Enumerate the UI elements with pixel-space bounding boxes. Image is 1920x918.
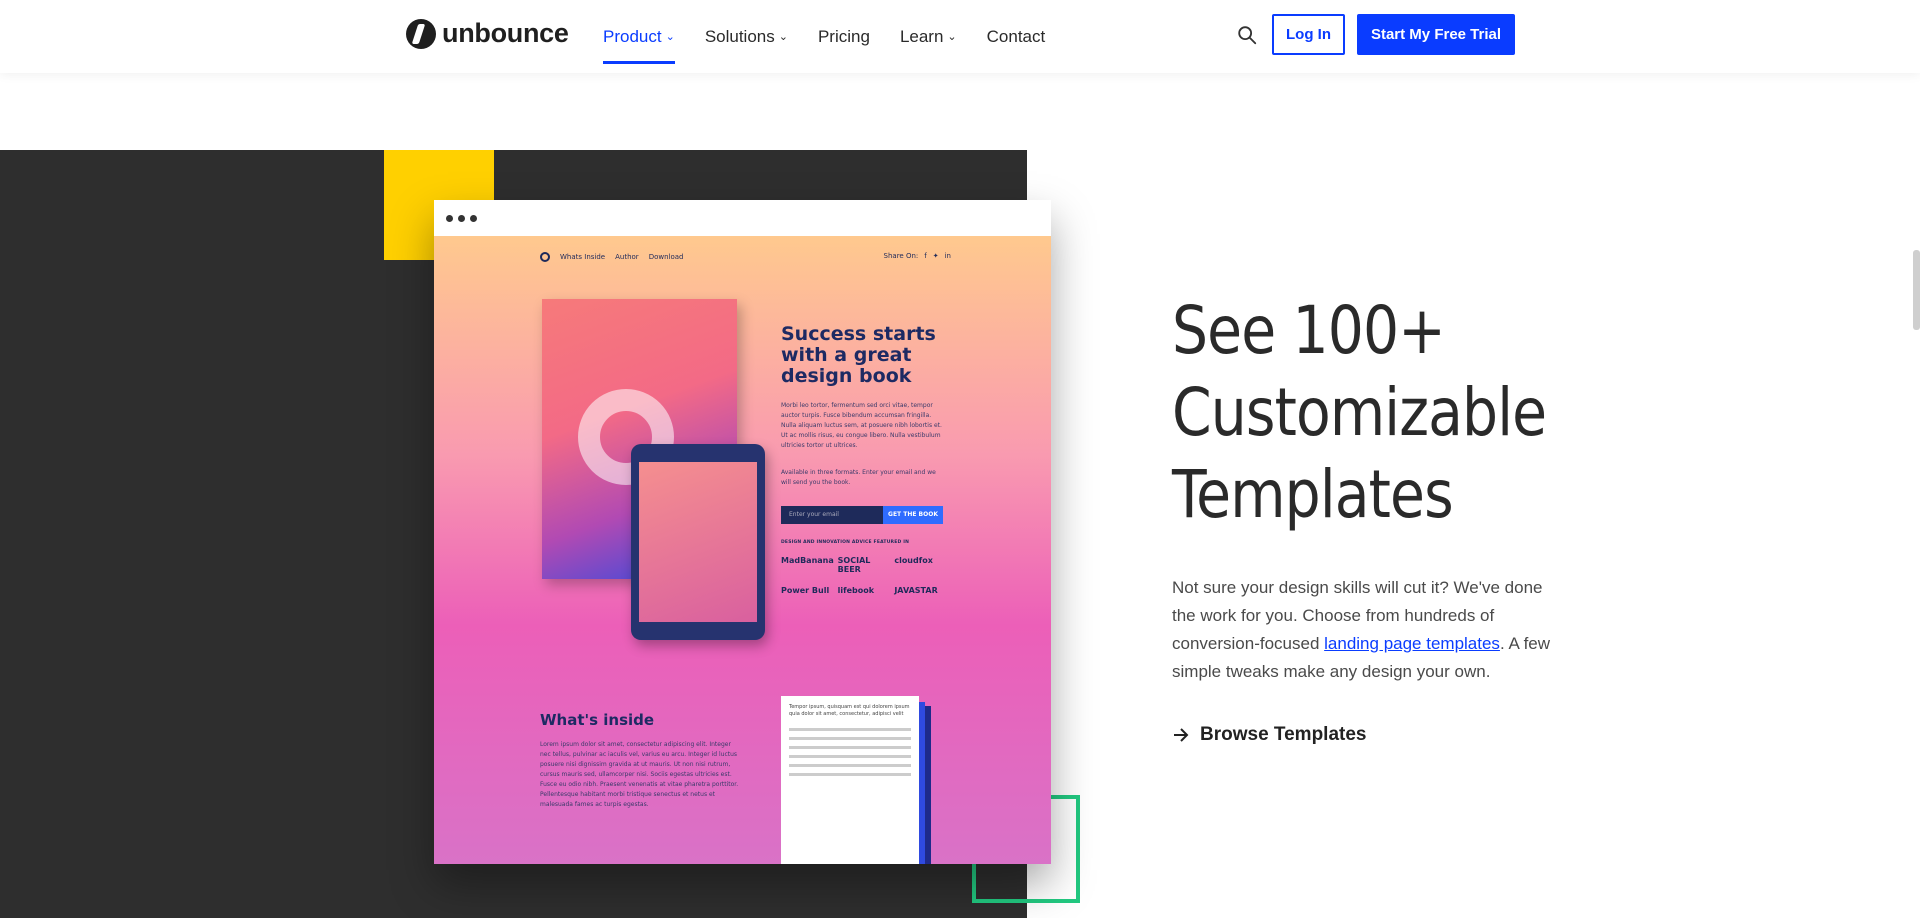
nav-label: Product	[603, 26, 662, 46]
nav-item-pricing[interactable]: Pricing	[818, 0, 870, 73]
mock-email-form: Enter your email GET THE BOOK	[781, 506, 943, 524]
login-button[interactable]: Log In	[1272, 14, 1345, 55]
template-preview-window: Whats Inside Author Download Share On: f…	[434, 200, 1051, 864]
linkedin-icon: in	[944, 252, 951, 260]
mock-whats-inside-text: Lorem ipsum dolor sit amet, consectetur …	[540, 741, 739, 808]
start-free-trial-button[interactable]: Start My Free Trial	[1357, 14, 1515, 55]
nav-item-learn[interactable]: Learn ⌄	[900, 0, 957, 73]
mock-headline: Success starts with a great design book	[781, 323, 936, 387]
chevron-down-icon: ⌄	[665, 31, 675, 43]
mock-document: Tempor ipsum, quisquam est qui dolorem i…	[781, 696, 919, 864]
mock-share: Share On: f ✦ in	[884, 252, 951, 260]
mock-paragraph: Morbi leo tortor, fermentum sed orci vit…	[781, 402, 942, 449]
mock-whats-inside-title: What's inside	[540, 711, 655, 729]
logo-text: unbounce	[442, 18, 569, 48]
nav-label: Pricing	[817, 26, 870, 46]
twitter-icon: ✦	[932, 252, 939, 260]
template-mock-page: Whats Inside Author Download Share On: f…	[434, 236, 1051, 864]
search-icon[interactable]	[1236, 24, 1258, 46]
mock-nav: Whats Inside Author Download Share On: f…	[540, 252, 951, 262]
hero-title: See 100+ Customizable Templates	[1172, 292, 1547, 533]
mock-nav-item: Author	[615, 253, 639, 261]
window-dot-icon	[458, 214, 465, 222]
browser-bar	[434, 200, 1051, 236]
site-header: unbounce Product ⌄ Solutions ⌄ Pricing L…	[0, 0, 1920, 73]
mock-doc-line	[789, 773, 911, 776]
page-scrollbar[interactable]	[1913, 250, 1920, 330]
mock-paragraph-2: Available in three formats. Enter your e…	[781, 469, 936, 486]
mock-brand-logo: JAVASTAR	[894, 586, 938, 595]
browse-templates-label: Browse Templates	[1200, 724, 1367, 745]
nav-label: Learn	[899, 26, 944, 46]
mock-doc-line	[789, 737, 911, 740]
mock-nav-item: Whats Inside	[560, 253, 606, 261]
mock-tablet-screen	[639, 462, 757, 622]
mock-doc-title: Tempor ipsum, quisquam est qui dolorem i…	[789, 704, 910, 717]
chevron-down-icon: ⌄	[947, 31, 957, 43]
mock-email-input: Enter your email	[781, 506, 883, 524]
landing-page-templates-link[interactable]: landing page templates	[1324, 634, 1500, 653]
mock-doc-line	[789, 746, 911, 749]
mock-nav-item: Download	[648, 253, 684, 261]
mock-logo-grid: MadBanana SOCIAL BEER cloudfox Power Bul…	[781, 556, 951, 595]
mock-get-book-button: GET THE BOOK	[883, 506, 943, 524]
unbounce-logo[interactable]: unbounce	[406, 18, 569, 49]
mock-brand-logo: cloudfox	[894, 556, 933, 565]
nav-item-contact[interactable]: Contact	[987, 0, 1046, 73]
mock-brand-logo: Power Bull	[781, 586, 830, 595]
hero-description: Not sure your design skills will cut it?…	[1172, 574, 1552, 686]
main-nav: Product ⌄ Solutions ⌄ Pricing Learn ⌄ Co…	[603, 0, 1075, 73]
unbounce-logo-icon	[406, 18, 436, 49]
browse-templates-link[interactable]: Browse Templates	[1172, 724, 1366, 746]
mock-doc-line	[789, 764, 911, 767]
arrow-right-icon	[1174, 728, 1189, 742]
window-dot-icon	[470, 214, 477, 222]
mock-featured-label: DESIGN AND INNOVATION ADVICE FEATURED IN	[781, 540, 910, 545]
nav-item-solutions[interactable]: Solutions ⌄	[705, 0, 788, 73]
window-dot-icon	[446, 214, 453, 222]
chevron-down-icon: ⌄	[778, 31, 788, 43]
mock-brand-logo: MadBanana	[781, 556, 834, 565]
nav-label: Solutions	[704, 26, 775, 46]
mock-brand-logo: SOCIAL BEER	[837, 556, 871, 574]
mock-logo-icon	[540, 252, 550, 262]
mock-doc-line	[789, 755, 911, 758]
facebook-icon: f	[924, 252, 927, 260]
mock-doc-line	[789, 728, 911, 731]
nav-item-product[interactable]: Product ⌄	[603, 0, 675, 73]
mock-share-label: Share On:	[883, 252, 919, 260]
mock-brand-logo: lifebook	[837, 586, 875, 595]
nav-label: Contact	[986, 26, 1046, 46]
mock-tablet	[631, 444, 765, 640]
